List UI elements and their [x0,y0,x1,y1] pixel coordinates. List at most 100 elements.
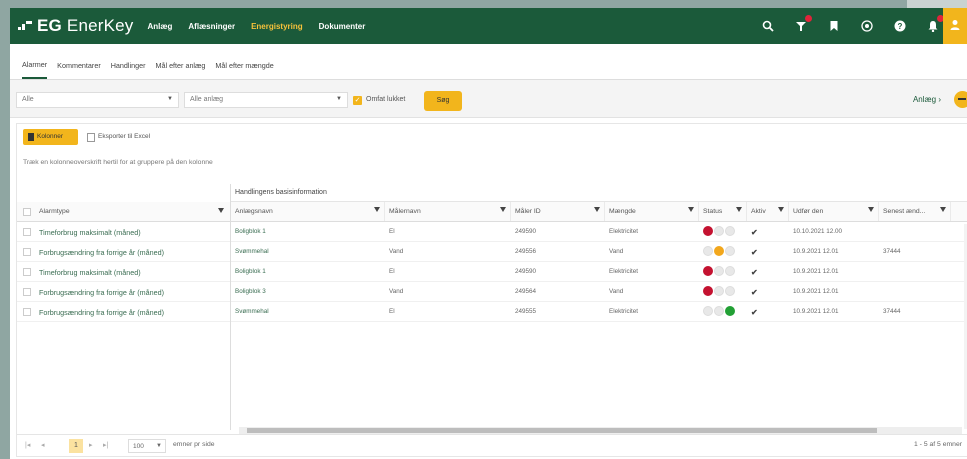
column-header-3[interactable]: Mængde [605,202,699,221]
subtab-4[interactable]: Mål efter mængde [215,61,273,79]
chevron-right-icon: › [938,95,941,104]
nav-item-3[interactable]: Dokumenter [319,22,366,31]
subtab-3[interactable]: Mål efter anlæg [155,61,205,79]
cell-maengde: Vand [609,288,624,295]
include-closed-label: Omfat lukket [366,96,406,103]
app-window: EG EnerKey Anlæg Aflæsninger Energistyring… [10,8,967,459]
table-row[interactable]: Timeforbrug maksimalt (måned) [17,262,230,282]
column-header-alarmtype[interactable]: Alarmtype [17,202,230,222]
column-header-2[interactable]: Måler ID [511,202,605,221]
nav-item-2[interactable]: Energistyring [251,22,303,31]
collapse-button[interactable] [954,91,967,108]
column-header-5[interactable]: Aktiv [747,202,789,221]
cell-aktiv: ✔ [747,222,789,241]
user-menu-button[interactable] [943,8,967,44]
cell-anlaeg[interactable]: Boligblok 1 [231,262,385,281]
filter-icon[interactable] [374,207,380,212]
filter-icon[interactable] [688,207,694,212]
check-icon: ✔ [751,248,758,257]
status-light-red [703,226,713,236]
column-group-header: Handlingens basisinformation [231,184,967,202]
grid-scroll-area: Handlingens basisinformation Anlægsnavn M… [231,184,967,430]
select-all-checkbox[interactable] [23,208,31,216]
row-checkbox[interactable] [23,288,31,296]
filter-icon[interactable] [736,207,742,212]
nav-item-0[interactable]: Anlæg [148,22,173,31]
filter-icon[interactable] [778,207,784,212]
last-page-icon[interactable]: ▸| [103,441,108,449]
alarmtype-link[interactable]: Forbrugsændring fra forrige år (måned) [39,248,164,257]
row-checkbox[interactable] [23,268,31,276]
row-checkbox[interactable] [23,308,31,316]
column-header-4[interactable]: Status [699,202,747,221]
table-row[interactable]: Boligblok 1 El 249590 Elektricitet ✔ 10.9.202… [231,262,967,282]
filter-icon[interactable] [500,207,506,212]
cell-anlaeg[interactable]: Boligblok 1 [231,222,385,241]
alarm-filter-select[interactable]: Alle ▼ [16,92,179,108]
include-closed-checkbox[interactable]: ✓ [353,96,362,105]
bookmark-icon[interactable] [828,20,840,32]
scrollbar-thumb[interactable] [247,428,877,433]
help-icon[interactable]: ? [894,20,906,32]
cell-anlaeg[interactable]: Svømmehal [231,302,385,321]
column-header-0[interactable]: Anlægsnavn [231,202,385,221]
table-row[interactable]: Timeforbrug maksimalt (måned) [17,222,230,242]
horizontal-scrollbar[interactable] [239,427,962,434]
table-row[interactable]: Forbrugsændring fra forrige år (måned) [17,282,230,302]
facility-filter-select[interactable]: Alle anlæg ▼ [184,92,348,108]
facility-panel-link[interactable]: Anlæg › [913,95,941,104]
alarmtype-link[interactable]: Timeforbrug maksimalt (måned) [39,228,141,237]
cell-anlaeg[interactable]: Boligblok 3 [231,282,385,301]
subtab-2[interactable]: Handlinger [111,61,146,79]
table-row[interactable]: Boligblok 1 El 249590 Elektricitet ✔ 10.10.20… [231,222,967,242]
subtab-0[interactable]: Alarmer [22,60,48,79]
filter-icon[interactable] [218,208,224,213]
bell-icon[interactable] [927,15,944,33]
cell-maaler: Vand [389,248,404,255]
app-logo[interactable]: EG EnerKey [18,16,134,36]
column-header-7[interactable]: Senest ænd... [879,202,951,221]
next-page-icon[interactable]: ▸ [89,441,93,449]
cell-aktiv: ✔ [747,282,789,301]
alarmtype-link[interactable]: Timeforbrug maksimalt (måned) [39,268,141,277]
export-excel-button[interactable]: Eksporter til Excel [87,129,150,145]
columns-button[interactable]: Kolonner [23,129,78,145]
plus-circle-icon[interactable] [861,20,873,32]
search-icon[interactable] [762,20,774,32]
search-button[interactable]: Søg [424,91,462,111]
first-page-icon[interactable]: |◂ [25,441,30,449]
cell-maaler_id: 249590 [515,228,537,235]
cell-anlaeg[interactable]: Svømmehal [231,242,385,261]
table-row[interactable]: Forbrugsændring fra forrige år (måned) [17,302,230,322]
nav-item-1[interactable]: Aflæsninger [188,22,235,31]
row-checkbox[interactable] [23,248,31,256]
svg-text:?: ? [898,22,903,31]
column-header-1[interactable]: Målernavn [385,202,511,221]
column-header-6[interactable]: Udfør den [789,202,879,221]
filter-icon[interactable] [594,207,600,212]
status-light-red [703,286,713,296]
cell-maaler: El [389,268,395,275]
top-icon-bar: ? [741,8,944,44]
page-size-select[interactable]: 100 ▼ [128,439,166,453]
cell-udfoer: 10.9.2021 12.01 [793,268,839,275]
status-light-orange [714,286,724,296]
cell-maaler_id: 249556 [515,248,537,255]
table-row[interactable]: Forbrugsændring fra forrige år (måned) [17,242,230,262]
alarmtype-link[interactable]: Forbrugsændring fra forrige år (måned) [39,288,164,297]
subtab-1[interactable]: Kommentarer [57,61,101,79]
alarm-grid-panel: Kolonner Eksporter til Excel Træk en kol… [16,123,967,457]
cell-senest [879,282,951,301]
cell-aktiv: ✔ [747,242,789,261]
table-row[interactable]: Svømmehal Vand 249556 Vand ✔ 10.9.2021 12.01 3… [231,242,967,262]
row-checkbox[interactable] [23,228,31,236]
table-row[interactable]: Svømmehal El 249555 Elektricitet ✔ 10.9.2021 … [231,302,967,322]
filter-icon[interactable] [868,207,874,212]
antenna-icon[interactable] [795,15,812,32]
prev-page-icon[interactable]: ◂ [41,441,45,449]
current-page[interactable]: 1 [69,439,83,453]
table-row[interactable]: Boligblok 3 Vand 249564 Vand ✔ 10.9.2021 12.0… [231,282,967,302]
cell-senest: 37444 [883,248,901,255]
alarmtype-link[interactable]: Forbrugsændring fra forrige år (måned) [39,308,164,317]
filter-icon[interactable] [940,207,946,212]
